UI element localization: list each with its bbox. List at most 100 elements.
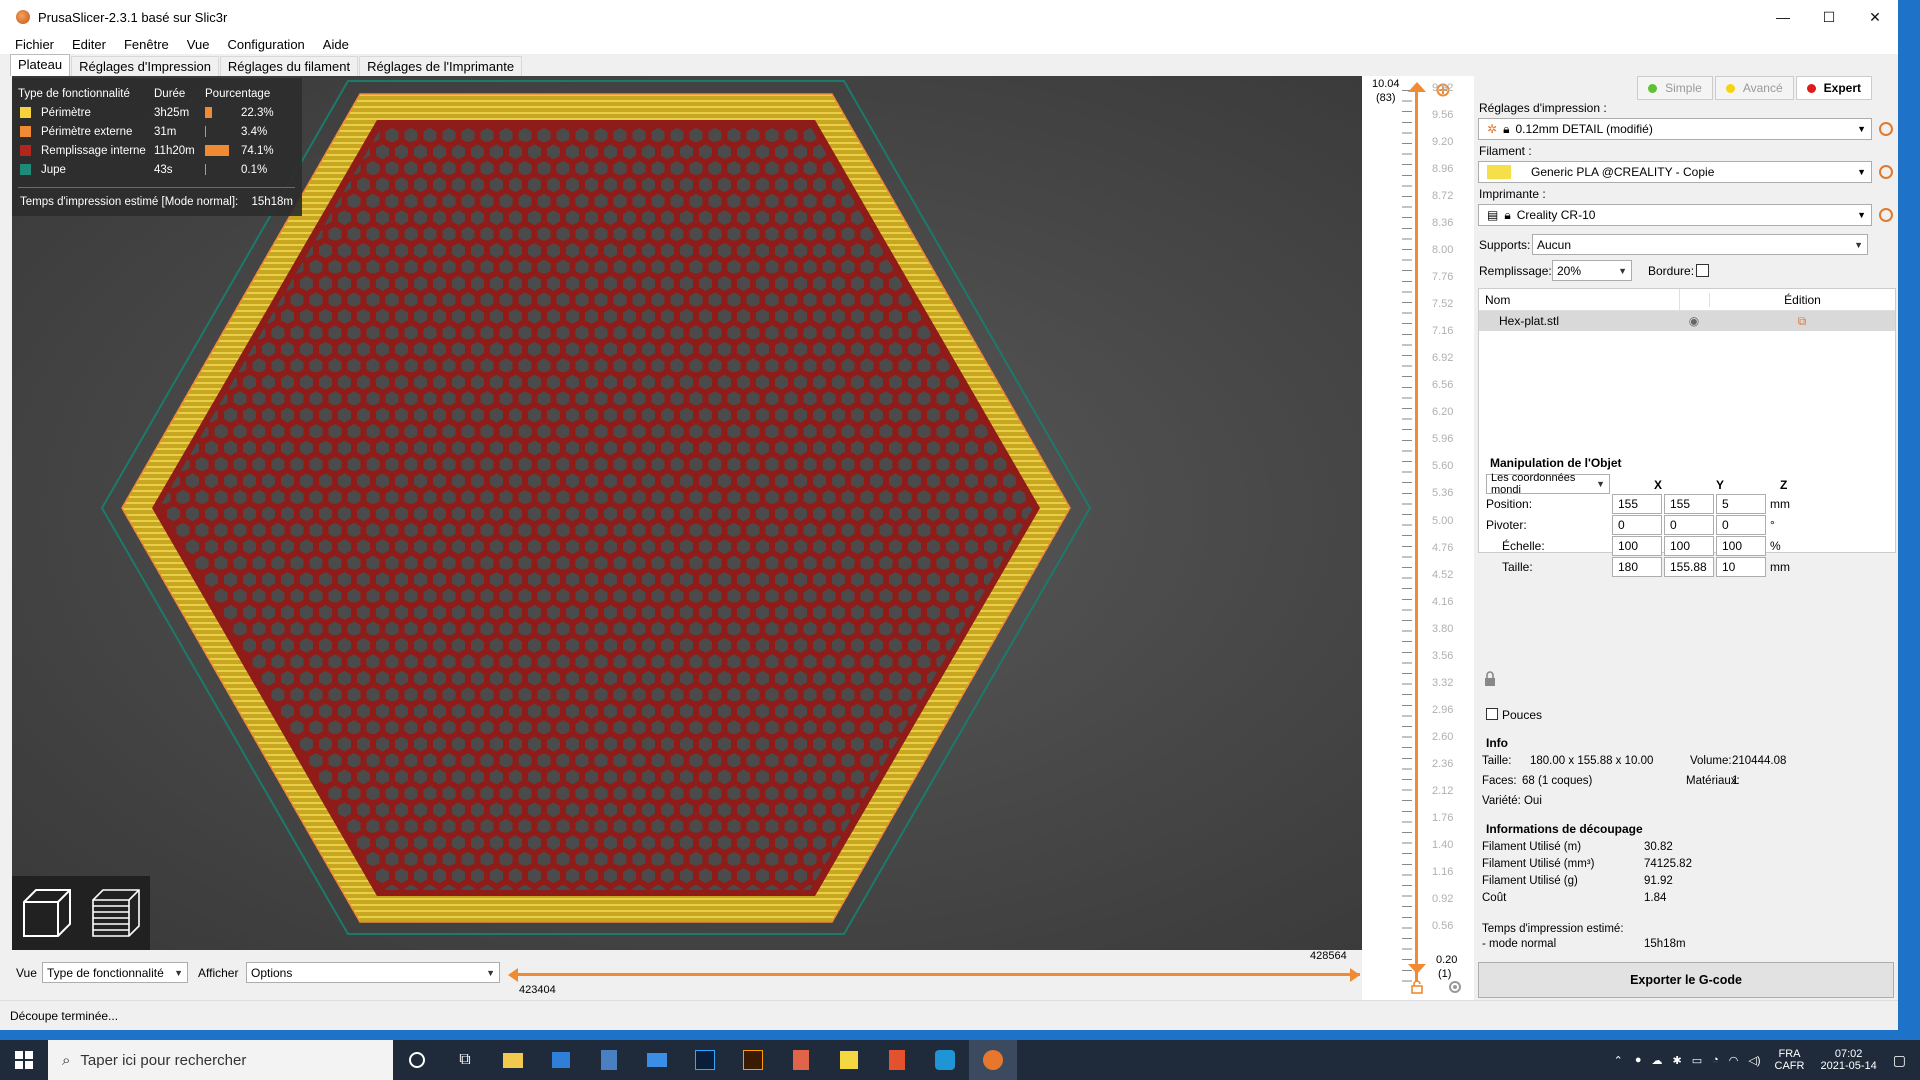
search-icon: ⌕ [62,1051,71,1069]
manip-value-field[interactable]: 180 [1612,557,1662,577]
eye-icon[interactable]: ◉ [1679,314,1709,328]
layer-tick-label: 7.52 [1432,298,1454,311]
sticky-notes-icon[interactable] [825,1040,873,1080]
moves-slider-track[interactable] [514,973,1360,976]
menu-vue[interactable]: Vue [178,37,219,52]
cloud-icon[interactable]: ☁ [1652,1054,1663,1067]
supports-select[interactable]: Aucun ▼ [1532,234,1868,255]
upper-thumb-icon[interactable] [1408,82,1426,94]
cura-icon[interactable] [921,1040,969,1080]
layer-slider-track[interactable] [1415,90,1418,982]
notification-icon[interactable]: ▢ [1893,1052,1906,1069]
filament-value: Generic PLA @CREALITY - Copie [1531,165,1715,179]
manip-value-field[interactable]: 0 [1612,515,1662,535]
layer-tick-label: 3.80 [1432,622,1454,635]
cortana-icon[interactable] [393,1040,441,1080]
menu-fenetre[interactable]: Fenêtre [115,37,178,52]
calculator-icon[interactable] [585,1040,633,1080]
tab-printer-settings[interactable]: Réglages de l'Imprimante [359,56,523,76]
mail-icon[interactable] [633,1040,681,1080]
edit-icon[interactable]: ⧉ [1709,314,1895,329]
manip-unit: ° [1770,518,1775,532]
network-icon[interactable]: ◔ [1712,1054,1719,1066]
brim-checkbox[interactable] [1696,264,1709,277]
minimize-button[interactable]: — [1760,0,1806,34]
manip-value-field[interactable]: 100 [1612,536,1662,556]
chevron-up-icon[interactable]: ⌃ [1614,1054,1623,1067]
lock-icon[interactable] [1410,980,1424,994]
legend-swatch [20,145,31,156]
menu-editer[interactable]: Editer [63,37,115,52]
settings-cog-icon[interactable] [1448,980,1462,994]
manip-value-field[interactable]: 155 [1664,494,1714,514]
mode-simple-button[interactable]: Simple [1637,76,1713,100]
simple-dot-icon [1648,83,1658,93]
manip-value-field[interactable]: 155 [1612,494,1662,514]
clock[interactable]: 07:02 2021-05-14 [1820,1048,1876,1072]
store-icon[interactable] [537,1040,585,1080]
view-type-select[interactable]: Type de fonctionnalité ▼ [42,962,188,983]
bluetooth-icon[interactable]: ✱ [1673,1054,1682,1067]
printer-gear-icon[interactable] [1879,208,1893,222]
mode-expert-button[interactable]: Expert [1795,76,1872,100]
office-icon[interactable] [873,1040,921,1080]
tab-print-settings[interactable]: Réglages d'Impression [71,56,219,76]
show-options-select[interactable]: Options ▼ [246,962,500,983]
close-button[interactable]: ✕ [1852,0,1898,34]
menu-configuration[interactable]: Configuration [218,37,313,52]
manip-value-field[interactable]: 10 [1716,557,1766,577]
wifi-icon[interactable]: ◠ [1729,1054,1739,1067]
printer-select[interactable]: ▤ 🔒︎ Creality CR-10 ▼ [1478,204,1872,226]
prusaslicer-taskbar-icon[interactable] [969,1040,1017,1080]
language-indicator[interactable]: FRA CAFR [1775,1048,1805,1072]
manip-value-field[interactable]: 0 [1664,515,1714,535]
battery-icon[interactable]: ▭ [1692,1054,1702,1067]
taskbar-search[interactable]: ⌕ Taper ici pour rechercher [48,1040,393,1080]
print-settings-gear-icon[interactable] [1879,122,1893,136]
manip-value-field[interactable]: 5 [1716,494,1766,514]
window-controls: — ☐ ✕ [1760,0,1898,34]
layer-tick-label: 4.52 [1432,568,1454,581]
tab-filament-settings[interactable]: Réglages du filament [219,56,359,76]
mode-advanced-button[interactable]: Avancé [1714,76,1794,100]
task-view-icon[interactable]: ⧉ [441,1040,489,1080]
volume-icon[interactable]: ◁) [1748,1054,1760,1067]
app-icon[interactable] [777,1040,825,1080]
manip-value-field[interactable]: 100 [1664,536,1714,556]
right-thumb-icon[interactable] [1350,968,1360,982]
filament-select[interactable]: Generic PLA @CREALITY - Copie ▼ [1478,161,1872,183]
slice-time-sub: - mode normal [1482,938,1557,950]
info-title: Info [1486,736,1508,750]
legend-percent: 74.1% [241,144,274,157]
coordinates-select[interactable]: Les coordonnées mondi ▼ [1486,472,1610,496]
tab-plateau[interactable]: Plateau [10,54,71,76]
legend-percent-bar [205,145,229,156]
3d-preview-viewport[interactable]: Type de fonctionnalité Durée Pourcentage… [12,76,1362,950]
print-settings-select[interactable]: ✲ 🔒︎ 0.12mm DETAIL (modifié) ▼ [1478,118,1872,140]
menu-aide[interactable]: Aide [314,37,358,52]
lower-thumb-icon[interactable] [1408,964,1426,976]
object-row[interactable]: Hex-plat.stl ◉ ⧉ [1479,311,1895,331]
filament-gear-icon[interactable] [1879,165,1893,179]
illustrator-icon[interactable] [729,1040,777,1080]
layers-icon[interactable] [87,884,145,942]
manip-value-field[interactable]: 0 [1716,515,1766,535]
cube-icon[interactable] [18,884,76,942]
export-gcode-button[interactable]: Exporter le G-code [1478,962,1894,998]
file-explorer-icon[interactable] [489,1040,537,1080]
mode-expert-label: Expert [1823,81,1861,95]
scale-lock-icon[interactable] [1484,671,1496,687]
tray-app-icon[interactable]: ● [1635,1054,1642,1066]
start-button[interactable] [0,1040,48,1080]
manip-value-field[interactable]: 100 [1716,536,1766,556]
maximize-button[interactable]: ☐ [1806,0,1852,34]
menu-fichier[interactable]: Fichier [6,37,63,52]
inches-checkbox[interactable] [1486,708,1498,720]
infill-select[interactable]: 20% ▼ [1552,260,1632,281]
lock-icon: 🔒︎ [1504,207,1511,222]
photoshop-icon[interactable] [681,1040,729,1080]
legend-divider [18,187,295,188]
layer-tick-label: 5.00 [1432,514,1454,527]
manip-value-field[interactable]: 155.88 [1664,557,1714,577]
layer-tick-label: 0.92 [1432,892,1454,905]
